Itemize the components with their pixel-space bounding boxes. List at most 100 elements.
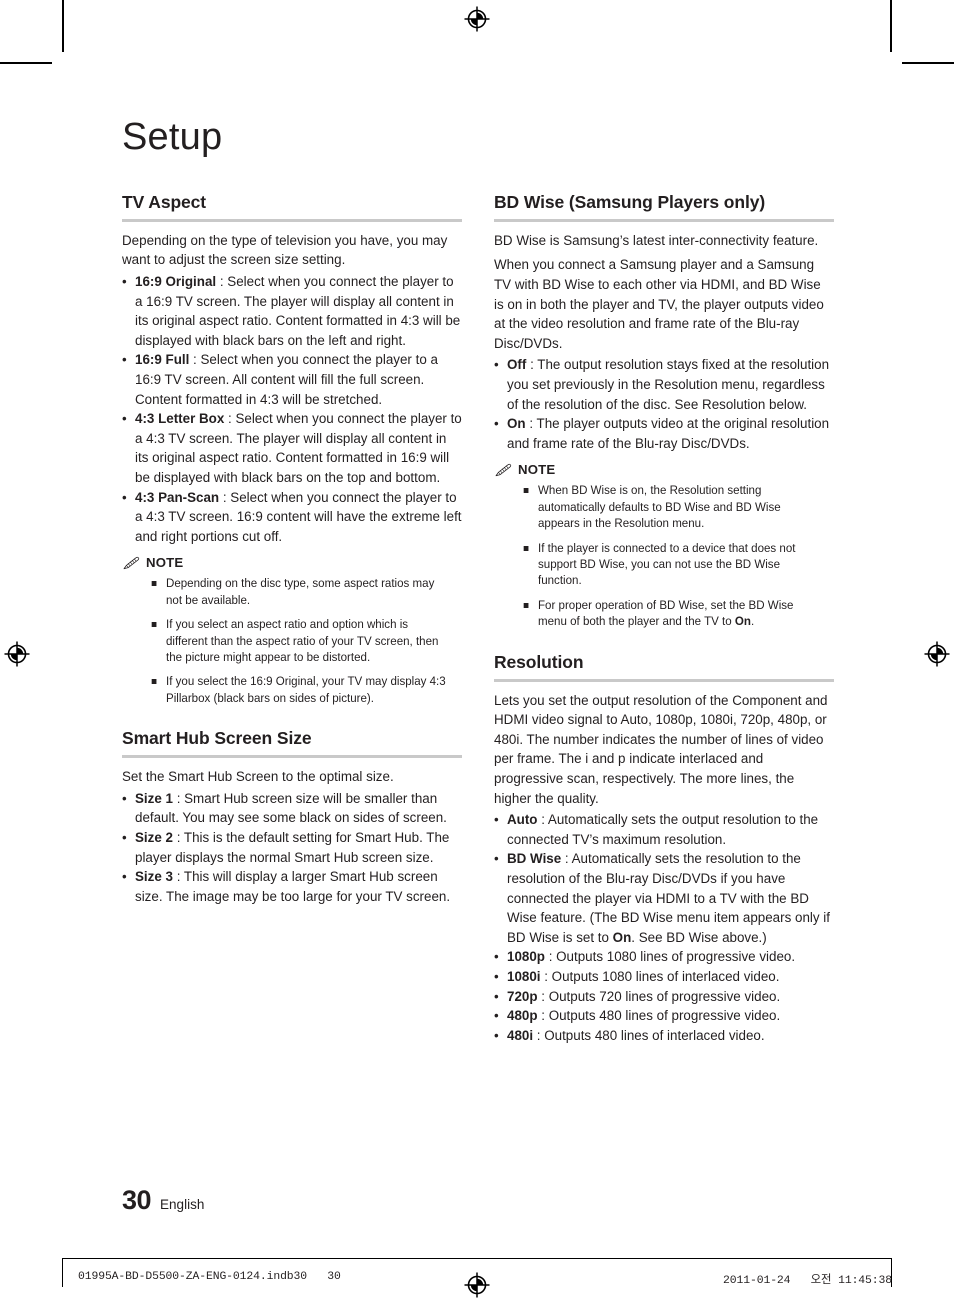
crop-mark-left-top [0, 62, 52, 64]
manual-page: Setup TV Aspect Depending on the type of… [0, 0, 954, 1305]
bullet-text: : Outputs 720 lines of progressive video… [537, 988, 781, 1004]
registration-mark-left [4, 641, 30, 667]
bullet-item: Auto : Automatically sets the output res… [494, 810, 834, 849]
page-title: Setup [122, 116, 223, 158]
bullet-term: 480p [507, 1008, 538, 1024]
note-item: If you select an aspect ratio and option… [151, 616, 449, 665]
section-heading-resolution: Resolution [494, 651, 584, 672]
bullet-text: : Outputs 1080 lines of progressive vide… [544, 949, 796, 965]
heading-rule [494, 218, 834, 222]
section-intro: Lets you set the output resolution of th… [494, 692, 828, 806]
crop-mark-right-top [902, 62, 954, 64]
registration-mark-right [924, 641, 950, 667]
heading-rule [122, 218, 462, 222]
bullet-item: 1080p : Outputs 1080 lines of progressiv… [494, 947, 834, 967]
bullet-term: 4:3 Pan-Scan [135, 489, 220, 505]
note-header: NOTE [123, 555, 462, 570]
bullet-term: On [507, 416, 526, 432]
bullet-item: 4:3 Pan-Scan : Select when you connect t… [122, 488, 462, 547]
bullet-term: BD Wise [507, 851, 562, 867]
two-column-layout: TV Aspect Depending on the type of telev… [122, 192, 834, 1045]
note-item: When BD Wise is on, the Resolution setti… [523, 482, 821, 531]
bullet-term: Off [507, 357, 527, 373]
print-production-bar: 01995A-BD-D5500-ZA-ENG-0124.indb30 30 20… [0, 1258, 954, 1305]
pencil-icon [495, 463, 512, 477]
bullet-term: Size 2 [135, 830, 173, 846]
bullet-item: On : The player outputs video at the ori… [494, 414, 834, 453]
bullet-item: 4:3 Letter Box : Select when you connect… [122, 409, 462, 487]
page-number: 30 [122, 1185, 152, 1215]
bullet-text: : This is the default setting for Smart … [135, 830, 450, 865]
bullet-term: Auto [507, 812, 538, 828]
bullet-item: 480i : Outputs 480 lines of interlaced v… [494, 1026, 834, 1046]
bullet-item: 480p : Outputs 480 lines of progressive … [494, 1006, 834, 1026]
bullet-text: : The player outputs video at the origin… [507, 416, 830, 451]
note-item: Depending on the disc type, some aspect … [151, 575, 449, 608]
note-header: NOTE [495, 462, 834, 477]
section-intro: Set the Smart Hub Screen to the optimal … [122, 769, 394, 785]
bullet-term: 1080i [507, 968, 541, 984]
bullet-term: 720p [507, 988, 538, 1004]
note-item: If the player is connected to a device t… [523, 540, 821, 589]
pencil-icon [123, 556, 140, 570]
note-label: NOTE [518, 462, 556, 478]
registration-mark-top [464, 6, 490, 32]
bullet-term: 16:9 Original [135, 274, 217, 290]
production-rule [62, 1258, 892, 1259]
bullet-list-tv-aspect: 16:9 Original : Select when you connect … [122, 272, 462, 546]
section-heading-tv-aspect: TV Aspect [122, 191, 207, 212]
right-column: BD Wise (Samsung Players only) BD Wise i… [494, 192, 834, 1045]
bullet-text: : Outputs 1080 lines of interlaced video… [540, 968, 780, 984]
bullet-list-resolution-options: Auto : Automatically sets the output res… [494, 810, 834, 1045]
bullet-term: Size 1 [135, 790, 173, 806]
page-language: English [160, 1197, 205, 1212]
note-item: For proper operation of BD Wise, set the… [523, 597, 821, 630]
bullet-text: : Outputs 480 lines of progressive video… [537, 1008, 781, 1024]
bullet-text: : Outputs 480 lines of interlaced video. [533, 1027, 765, 1043]
bullet-item: Size 3 : This will display a larger Smar… [122, 867, 462, 906]
bullet-text: : Automatically sets the output resoluti… [507, 812, 819, 847]
bullet-item: Off : The output resolution stays fixed … [494, 355, 834, 414]
bullet-term: 1080p [507, 949, 545, 965]
bullet-text: : The output resolution stays fixed at t… [507, 357, 830, 412]
section-tv-aspect: TV Aspect Depending on the type of telev… [122, 192, 462, 706]
crop-mark-top-right [890, 0, 892, 52]
section-intro: Depending on the type of television you … [122, 232, 448, 268]
bullet-item: 16:9 Original : Select when you connect … [122, 272, 462, 350]
crop-mark-top-left [62, 0, 64, 52]
note-item: If you select the 16:9 Original, your TV… [151, 673, 449, 706]
bullet-text: : Smart Hub screen size will be smaller … [135, 790, 447, 826]
page-content: Setup TV Aspect Depending on the type of… [122, 116, 834, 1045]
bullet-list-bd-wise-options: Off : The output resolution stays fixed … [494, 355, 834, 453]
heading-rule [122, 755, 462, 759]
bullet-term: Size 3 [135, 869, 173, 885]
bullet-text: : This will display a larger Smart Hub s… [135, 869, 451, 904]
bullet-list-smart-hub-sizes: Size 1 : Smart Hub screen size will be s… [122, 789, 462, 907]
bullet-item: Size 1 : Smart Hub screen size will be s… [122, 789, 462, 828]
bullet-term: 4:3 Letter Box [135, 411, 225, 427]
note-item-list: When BD Wise is on, the Resolution setti… [494, 482, 834, 629]
bullet-item: 720p : Outputs 720 lines of progressive … [494, 987, 834, 1007]
production-file-label: 01995A-BD-D5500-ZA-ENG-0124.indb30 30 [78, 1271, 341, 1283]
note-label: NOTE [146, 555, 184, 571]
section-paragraph: BD Wise is Samsung’s latest inter-connec… [494, 232, 819, 248]
bullet-term: 480i [507, 1027, 534, 1043]
section-paragraph: When you connect a Samsung player and a … [494, 257, 824, 351]
bullet-item: Size 2 : This is the default setting for… [122, 828, 462, 867]
note-block-tv-aspect: NOTE Depending on the disc type, some as… [122, 555, 462, 706]
production-tick-left [62, 1259, 63, 1287]
section-resolution: Resolution Lets you set the output resol… [494, 652, 834, 1046]
bullet-term: 16:9 Full [135, 352, 190, 368]
note-item-list: Depending on the disc type, some aspect … [122, 575, 462, 706]
production-timestamp: 2011-01-24 오전 11:45:38 [723, 1275, 892, 1287]
section-heading-smart-hub-screen-size: Smart Hub Screen Size [122, 728, 312, 749]
section-heading-bd-wise: BD Wise (Samsung Players only) [494, 191, 766, 212]
bullet-item: BD Wise : Automatically sets the resolut… [494, 849, 834, 947]
bullet-item: 1080i : Outputs 1080 lines of interlaced… [494, 967, 834, 987]
bullet-item: 16:9 Full : Select when you connect the … [122, 350, 462, 409]
note-block-bd-wise: NOTE When BD Wise is on, the Resolution … [494, 462, 834, 629]
section-bd-wise: BD Wise (Samsung Players only) BD Wise i… [494, 192, 834, 630]
section-smart-hub-screen-size: Smart Hub Screen Size Set the Smart Hub … [122, 728, 462, 906]
heading-rule [494, 678, 834, 682]
page-footer: 30 English [122, 1185, 204, 1216]
